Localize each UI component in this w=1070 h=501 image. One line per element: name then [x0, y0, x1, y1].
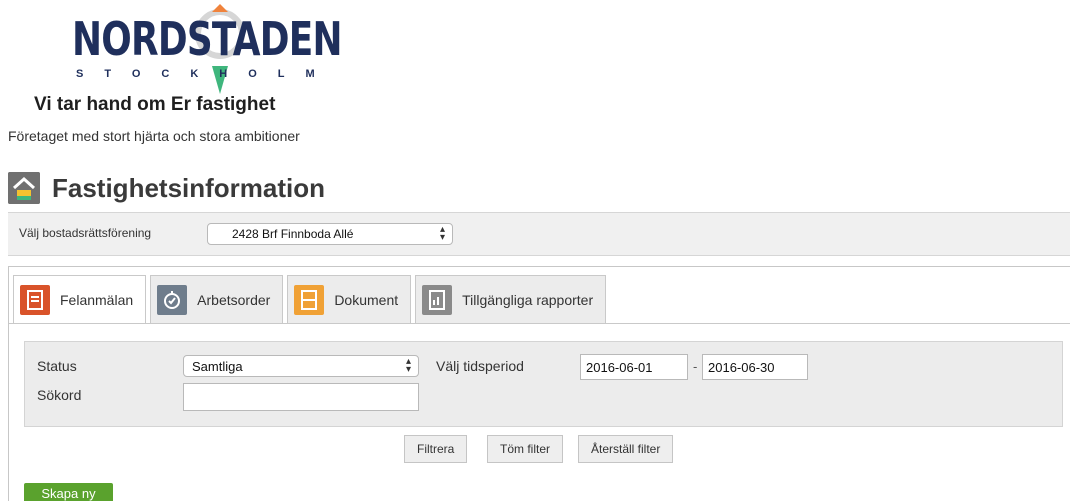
- company-logo: NORDSTADEN STOCKHOLM: [72, 4, 343, 94]
- association-select[interactable]: 2428 Brf Finnboda Allé ▴ ▾: [207, 223, 453, 245]
- tab-tillgangliga-rapporter[interactable]: Tillgängliga rapporter: [415, 275, 607, 324]
- filing-cabinet-icon: [294, 284, 325, 315]
- date-to-input[interactable]: 2016-06-30: [702, 354, 808, 380]
- tab-bar: Felanmälan Arbetsorder Dokument Tillgäng…: [13, 275, 610, 324]
- select-arrows-icon: ▴ ▾: [405, 356, 411, 375]
- period-label: Välj tidsperiod: [436, 358, 524, 374]
- status-label: Status: [37, 358, 77, 374]
- date-from-input[interactable]: 2016-06-01: [580, 354, 688, 380]
- tagline: Vi tar hand om Er fastighet: [34, 94, 276, 115]
- clipboard-icon: [20, 284, 50, 315]
- association-bar: Välj bostadsrättsförening 2428 Brf Finnb…: [8, 212, 1070, 256]
- building-info-icon: [8, 172, 40, 204]
- association-select-value: 2428 Brf Finnboda Allé: [232, 227, 354, 241]
- tab-label: Arbetsorder: [197, 291, 271, 308]
- tab-panel: Felanmälan Arbetsorder Dokument Tillgäng…: [8, 266, 1070, 501]
- subtagline: Företaget med stort hjärta och stora amb…: [8, 128, 300, 144]
- tab-dokument[interactable]: Dokument: [287, 275, 412, 324]
- logo-wordmark: NORDSTADEN: [72, 12, 343, 66]
- tab-label: Dokument: [334, 291, 399, 308]
- reset-filter-button[interactable]: Återställ filter: [578, 435, 674, 463]
- stopwatch-icon: [157, 284, 188, 315]
- status-select-value: Samtliga: [192, 359, 243, 374]
- association-label: Välj bostadsrättsförening: [19, 226, 152, 240]
- filter-button[interactable]: Filtrera: [404, 435, 468, 463]
- report-icon: [422, 284, 453, 315]
- tab-felanmalan[interactable]: Felanmälan: [13, 275, 147, 324]
- tab-arbetsorder[interactable]: Arbetsorder: [150, 275, 284, 324]
- tab-divider: [9, 323, 1070, 324]
- status-select[interactable]: Samtliga ▴ ▾: [183, 355, 419, 377]
- clear-filter-button[interactable]: Töm filter: [487, 435, 564, 463]
- filter-box: Status Samtliga ▴ ▾ Välj tidsperiod 2016-…: [24, 341, 1063, 427]
- tab-label: Tillgängliga rapporter: [462, 291, 594, 308]
- select-arrows-icon: ▴ ▾: [439, 224, 445, 243]
- date-from-value: 2016-06-01: [586, 360, 653, 375]
- page-title: Fastighetsinformation: [52, 172, 326, 203]
- date-to-value: 2016-06-30: [708, 360, 775, 375]
- logo-subtitle: STOCKHOLM: [76, 68, 336, 80]
- date-separator: -: [693, 359, 698, 374]
- create-new-button[interactable]: Skapa ny: [24, 483, 113, 501]
- keyword-label: Sökord: [37, 387, 82, 403]
- keyword-input[interactable]: [183, 383, 419, 411]
- page-header: Fastighetsinformation: [8, 170, 325, 206]
- tab-label: Felanmälan: [60, 291, 134, 308]
